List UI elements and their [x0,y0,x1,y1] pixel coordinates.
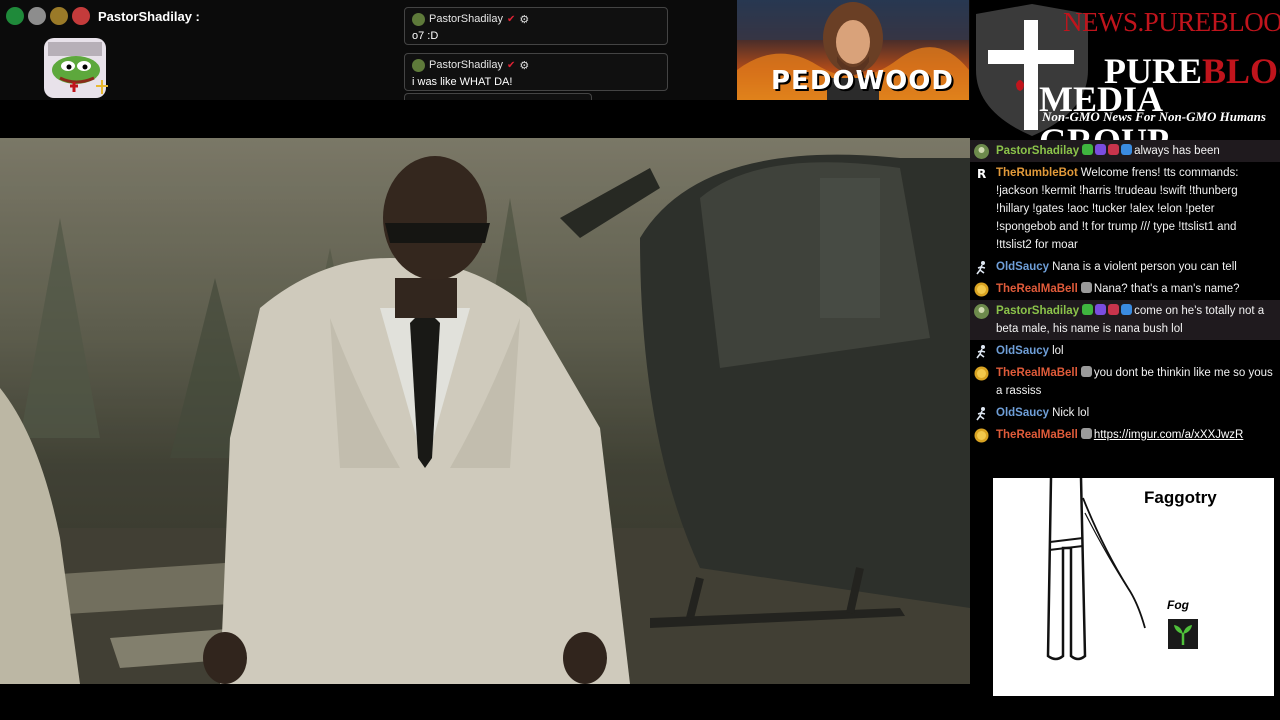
chat-text: Welcome frens! tts commands: !jackson !k… [996,167,1239,251]
popup-message: i was like WHAT DA! [412,76,513,88]
gold-coin-icon [974,282,989,297]
chat-link[interactable]: https://imgur.com/a/xXXJwzR [1094,429,1244,441]
chat-username[interactable]: TheRealMaBell [996,429,1078,441]
pureblood-logo: NEWS.PUREBLOOD.MEDIA PUREBLOOD MEDIA GRO… [970,0,1280,140]
popup-message: o7 :D [412,30,439,42]
chat-text: lol [1052,345,1064,357]
checkmark-icon: ✔ [507,59,516,71]
chat-message: R TheRumbleBot Welcome frens! tts commands… [970,162,1280,256]
chat-popup: PastorShadilay ✔ ⚙ i was like WHAT DA! [404,53,668,91]
svg-text:R: R [977,167,986,181]
runner-icon [974,260,989,275]
gear-icon: ⚙ [519,13,530,26]
avatar-icon [974,144,989,159]
chat-panel[interactable]: PastorShadilay always has been R TheRumbleB… [970,140,1280,475]
chat-message: OldSaucy Nick lol [970,402,1280,424]
logo-url: NEWS.PUREBLOOD.MEDIA [1063,7,1280,37]
bottom-strip [970,700,1280,720]
user-badge-icon [1080,366,1092,377]
fork-drawing [1046,478,1146,661]
chat-message: PastorShadilay always has been [970,140,1280,162]
chat-text: always has been [1134,145,1220,157]
user-badge-icon [1080,428,1092,439]
user-badge-icon [1121,304,1133,315]
avatar-icon [72,7,90,25]
gold-coin-icon [974,366,989,381]
logo-tagline: Non-GMO News For Non-GMO Humans [1042,109,1266,124]
chat-username[interactable]: TheRumbleBot [996,167,1078,179]
checkmark-icon: ✔ [507,13,516,25]
user-badge-icon [1121,144,1133,155]
chat-text: Nana is a violent person you can tell [1052,261,1237,273]
popup-username: PastorShadilay [429,59,503,71]
chat-text: Nick lol [1052,407,1090,419]
video-thumbnail[interactable]: PEDOWOOD [737,0,969,100]
user-badge-icon [1095,144,1107,155]
user-badge-icon [1080,282,1092,293]
runner-icon [974,406,989,421]
gear-icon: ⚙ [519,59,530,72]
chat-username[interactable]: PastorShadilay [996,305,1079,317]
chat-message: TheRealMaBell https://imgur.com/a/xXXJwzR [970,424,1280,446]
tts-username: PastorShadilay : [98,8,200,24]
user-badge-icon [1082,144,1094,155]
chat-popup-partial [404,93,592,100]
chat-message: PastorShadilay come on he's totally not a… [970,300,1280,340]
gold-badge-icon [50,7,68,25]
chat-username[interactable]: TheRealMaBell [996,367,1078,379]
user-badge-icon [1108,144,1120,155]
chat-username[interactable]: OldSaucy [996,345,1049,357]
avatar-icon [412,12,425,26]
chat-message: TheRealMaBell Nana? that's a man's name? [970,278,1280,300]
tts-header: PastorShadilay : [6,6,200,26]
chat-username[interactable]: PastorShadilay [996,145,1079,157]
pepe-knight-icon [44,38,108,98]
user-badge-icon [1095,304,1107,315]
runner-icon [974,344,989,359]
chat-message: TheRealMaBell you dont be thinkin like me… [970,362,1280,402]
avatar-icon [412,58,425,72]
video-player[interactable] [0,138,970,684]
chat-username[interactable]: OldSaucy [996,407,1049,419]
video-frame [0,138,970,684]
avatar-icon [974,304,989,319]
popup-username: PastorShadilay [429,13,503,25]
meme-label: Fog [1167,598,1189,612]
chat-popup: PastorShadilay ✔ ⚙ o7 :D [404,7,668,45]
rumble-r-icon: R [974,166,989,181]
sprout-icon [1168,619,1198,649]
chat-username[interactable]: TheRealMaBell [996,283,1078,295]
chat-username[interactable]: OldSaucy [996,261,1049,273]
user-badge-icon [1108,304,1120,315]
gold-coin-icon [974,428,989,443]
chat-text: Nana? that's a man's name? [1093,283,1240,295]
meme-title: Faggotry [1144,488,1217,507]
grey-badge-icon [28,7,46,25]
green-badge-icon [6,7,24,25]
chat-message: OldSaucy Nana is a violent person you can… [970,256,1280,278]
chat-message: OldSaucy lol [970,340,1280,362]
thumbnail-caption: PEDOWOOD [771,66,954,96]
meme-image: Faggotry Fog [993,478,1274,696]
user-badge-icon [1082,304,1094,315]
